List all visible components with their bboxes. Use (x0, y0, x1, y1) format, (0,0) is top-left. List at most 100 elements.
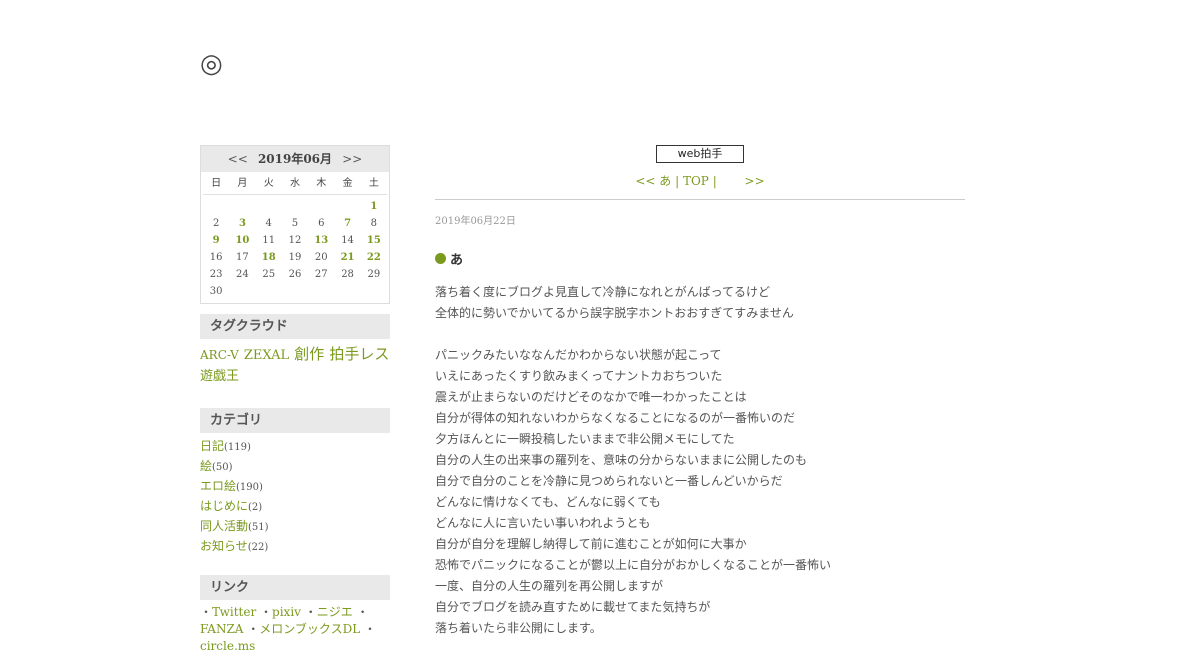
calendar-day (256, 198, 282, 215)
calendar-weekday: 土 (360, 174, 387, 195)
category-link[interactable]: お知らせ (200, 539, 248, 553)
calendar-day-link[interactable]: 13 (308, 232, 334, 249)
calendar-day: 20 (314, 252, 328, 263)
category-count: (50) (212, 462, 233, 473)
calendar-day: 2 (212, 218, 220, 229)
calendar-day (282, 198, 308, 215)
nav-separator: | (671, 174, 683, 188)
calendar-day-link[interactable]: 9 (203, 232, 229, 249)
category-link[interactable]: はじめに (200, 499, 248, 513)
entry-body-line: 落ち着く度にブログよ見直して冷静になれとがんばってるけど (435, 285, 771, 299)
tagcloud-heading: タグクラウド (200, 314, 390, 339)
calendar-day: 8 (370, 218, 378, 229)
calendar-prev-link[interactable]: << (222, 152, 254, 166)
calendar-day-link[interactable]: 22 (361, 249, 387, 266)
category-item: お知らせ(22) (200, 537, 390, 557)
calendar-day (256, 283, 282, 300)
calendar-day: 29 (367, 269, 381, 280)
nav-separator: | (708, 174, 721, 188)
calendar-day: 27 (314, 269, 328, 280)
category-list: 日記(119) 絵(50) エロ絵(190) はじめに(2) 同人活動(51) お知らせ(… (200, 437, 390, 557)
web-clap-button[interactable]: web拍手 (656, 145, 744, 163)
entry-body: 落ち着く度にブログよ見直して冷静になれとがんばってるけど 全体的に勢いでかいてるか… (435, 282, 965, 639)
calendar-day (334, 198, 360, 215)
tag-link[interactable]: ZEXAL (244, 348, 289, 363)
entry-body-line: 自分で自分のことを冷静に見つめられないと一番しんどいからだ (435, 474, 783, 488)
category-link[interactable]: 絵 (200, 459, 212, 473)
category-link[interactable]: エロ絵 (200, 479, 236, 493)
calendar-day-link[interactable]: 7 (334, 215, 360, 232)
tag-link[interactable]: 遊戯王 (200, 369, 239, 384)
calendar-day: 24 (236, 269, 249, 280)
entry-title-text: あ (450, 253, 464, 268)
calendar-day: 11 (262, 235, 276, 246)
entry-date: 2019年06月22日 (435, 216, 516, 227)
calendar-weekday: 金 (334, 174, 361, 195)
entry-body-line: 自分が自分を理解し納得して前に進むことが如何に大事か (435, 537, 747, 551)
external-link[interactable]: Twitter (212, 605, 256, 619)
tagcloud: ARC-V ZEXAL 創作 拍手レス 遊戯王 (200, 344, 390, 386)
main-content: web拍手 << あ | TOP | >> 2019年06月22日 あ 落ち着く… (435, 145, 965, 639)
external-link[interactable]: pixiv (272, 605, 301, 619)
bullet-icon (435, 253, 446, 264)
entry-body-line: 夕方ほんとに一瞬投稿したいままで非公開メモにしてた (435, 432, 735, 446)
calendar-day: 16 (209, 252, 223, 263)
external-link[interactable]: メロンブックスDL (259, 622, 360, 636)
entry-title: あ (435, 249, 965, 268)
category-item: エロ絵(190) (200, 477, 390, 497)
calendar-grid: 日月火水木金土 1 2 3 4 5 6 7 8 9 10 11 12 13 14 15 16 17 18 19 20 21… (201, 172, 389, 303)
category-count: (51) (248, 522, 269, 533)
categories-heading: カテゴリ (200, 408, 390, 433)
calendar-day (308, 198, 334, 215)
calendar-day: 6 (318, 218, 325, 229)
calendar-day (229, 283, 255, 300)
calendar-day (229, 198, 255, 215)
tag-link[interactable]: ARC-V (200, 348, 239, 362)
top-link[interactable]: TOP (683, 174, 709, 188)
category-item: 同人活動(51) (200, 517, 390, 537)
external-link[interactable]: circle.ms (200, 639, 255, 653)
category-count: (190) (236, 482, 263, 493)
calendar-day-link[interactable]: 3 (229, 215, 255, 232)
entry-body-line: 恐怖でパニックになることが鬱以上に自分がおかしくなることが一番怖い (435, 558, 832, 572)
category-link[interactable]: 日記 (200, 439, 224, 453)
entry-body-line: いえにあったくすり飲みまくってナントカおちついた (435, 369, 723, 383)
external-link[interactable]: ニジエ (317, 605, 353, 619)
calendar-next-link[interactable]: >> (336, 152, 368, 166)
calendar-weekday: 水 (281, 174, 309, 195)
tag-link[interactable]: 創作 (294, 345, 324, 363)
calendar-day: 19 (288, 252, 302, 263)
link-bullet: ・ (247, 622, 260, 636)
external-link[interactable]: FANZA (200, 622, 243, 636)
entry-body-line (435, 324, 965, 345)
category-count: (22) (247, 542, 269, 553)
calendar-day (203, 198, 229, 215)
calendar-day-link[interactable]: 18 (256, 249, 282, 266)
prev-entry-link[interactable]: << あ (635, 174, 671, 188)
category-item: はじめに(2) (200, 497, 390, 517)
tag-link[interactable]: 拍手レス (329, 345, 389, 363)
entry-body-line: 自分の人生の出来事の羅列を、意味の分からないままに公開したのも (435, 453, 808, 467)
calendar: << 2019年06月 >> 日月火水木金土 1 2 3 4 5 6 7 8 9 10 11 12 13 1… (200, 145, 390, 304)
calendar-day (361, 283, 387, 300)
calendar-day-link[interactable]: 21 (334, 249, 360, 266)
link-bullet: ・ (360, 622, 376, 636)
next-entry-link[interactable]: >> (745, 174, 765, 188)
calendar-day: 30 (209, 286, 223, 297)
calendar-day-link[interactable]: 10 (229, 232, 255, 249)
link-bullet: ・ (304, 605, 317, 619)
calendar-weekday: 木 (308, 174, 335, 195)
calendar-day-link[interactable]: 15 (361, 232, 387, 249)
calendar-day-link[interactable]: 1 (361, 198, 387, 215)
category-item: 絵(50) (200, 457, 390, 477)
link-bullet: ・ (352, 605, 369, 619)
calendar-weekday: 火 (255, 174, 282, 195)
calendar-day: 23 (209, 269, 223, 280)
category-link[interactable]: 同人活動 (200, 519, 248, 533)
entry-body-line: 落ち着いたら非公開にします。 (435, 621, 602, 635)
calendar-day (334, 283, 360, 300)
calendar-day: 26 (288, 269, 302, 280)
calendar-day: 17 (236, 252, 249, 263)
entry-nav: << あ | TOP | >> (435, 173, 965, 189)
site-title[interactable]: ◎ (200, 48, 223, 80)
